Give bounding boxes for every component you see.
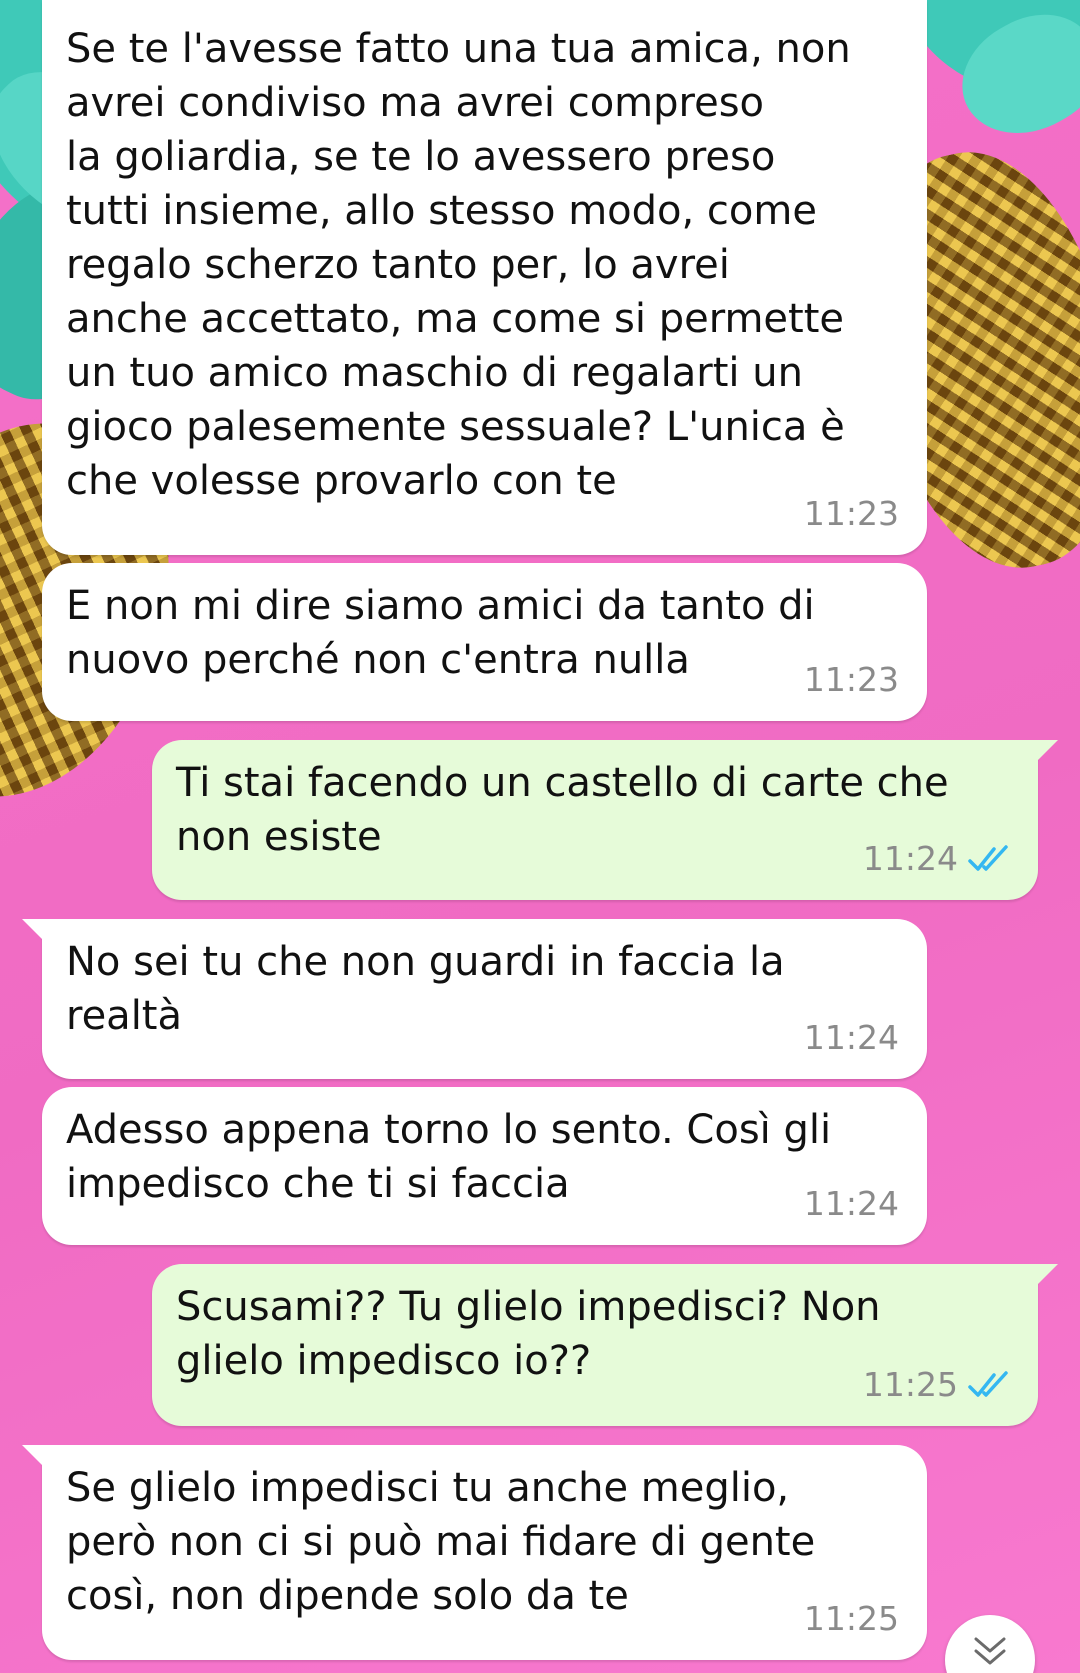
- message-bubble-outgoing[interactable]: Scusami?? Tu glielo impedisci? Non gliel…: [152, 1264, 1058, 1426]
- message-time: 11:24: [862, 839, 958, 878]
- bubble-tail: [22, 919, 48, 945]
- message-text: No sei tu che non guardi in faccia la re…: [66, 939, 785, 1039]
- message-meta: 11:24: [863, 832, 1010, 886]
- message-meta: 11:24: [804, 1177, 899, 1231]
- message-meta: 11:25: [863, 1358, 1010, 1412]
- message-meta: 11:23: [804, 653, 899, 707]
- message-text: Se glielo impedisci tu anche meglio, per…: [66, 1465, 816, 1619]
- message-text: Adesso appena torno lo sento. Così gli i…: [66, 1107, 832, 1207]
- chevron-double-down-icon: [974, 1637, 1006, 1665]
- message-meta: 11:24: [804, 1011, 899, 1065]
- bubble-tail: [22, 1445, 48, 1471]
- message-time: 11:23: [803, 494, 899, 533]
- message-time: 11:24: [803, 1018, 899, 1057]
- message-bubble-outgoing[interactable]: Ti stai facendo un castello di carte che…: [152, 740, 1058, 900]
- message-text: Se te l'avesse fatto una tua amica, non …: [66, 26, 851, 504]
- message-bubble-incoming[interactable]: No sei tu che non guardi in faccia la re…: [22, 919, 927, 1079]
- message-time: 11:24: [803, 1184, 899, 1223]
- message-bubble-incoming[interactable]: Adesso appena torno lo sento. Così gli i…: [42, 1087, 927, 1245]
- message-bubble-incoming[interactable]: Se te l'avesse fatto una tua amica, non …: [42, 0, 927, 555]
- double-check-icon: [968, 845, 1008, 871]
- double-check-icon: [968, 1371, 1008, 1397]
- message-text: E non mi dire siamo amici da tanto di nu…: [66, 583, 815, 683]
- message-bubble-incoming[interactable]: Se glielo impedisci tu anche meglio, per…: [22, 1445, 927, 1660]
- message-time: 11:25: [803, 1599, 899, 1638]
- message-time: 11:23: [803, 660, 899, 699]
- message-time: 11:25: [862, 1365, 958, 1404]
- bubble-tail: [1032, 1264, 1058, 1290]
- bubble-tail: [1032, 740, 1058, 766]
- message-meta: 11:25: [804, 1592, 899, 1646]
- message-bubble-incoming[interactable]: E non mi dire siamo amici da tanto di nu…: [42, 563, 927, 721]
- message-meta: 11:23: [804, 487, 899, 541]
